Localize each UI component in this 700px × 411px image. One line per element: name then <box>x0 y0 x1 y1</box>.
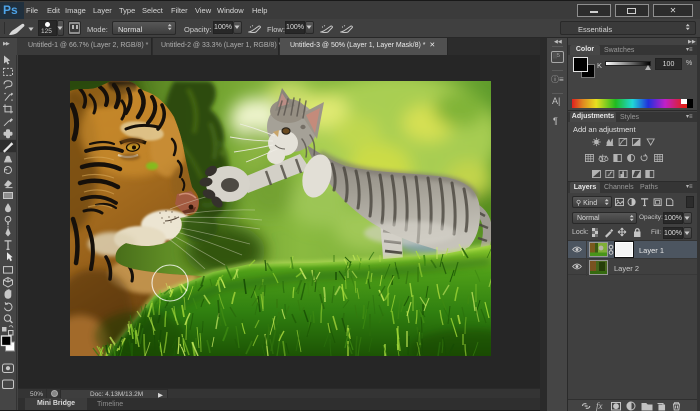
svg-text:fx: fx <box>596 401 603 411</box>
